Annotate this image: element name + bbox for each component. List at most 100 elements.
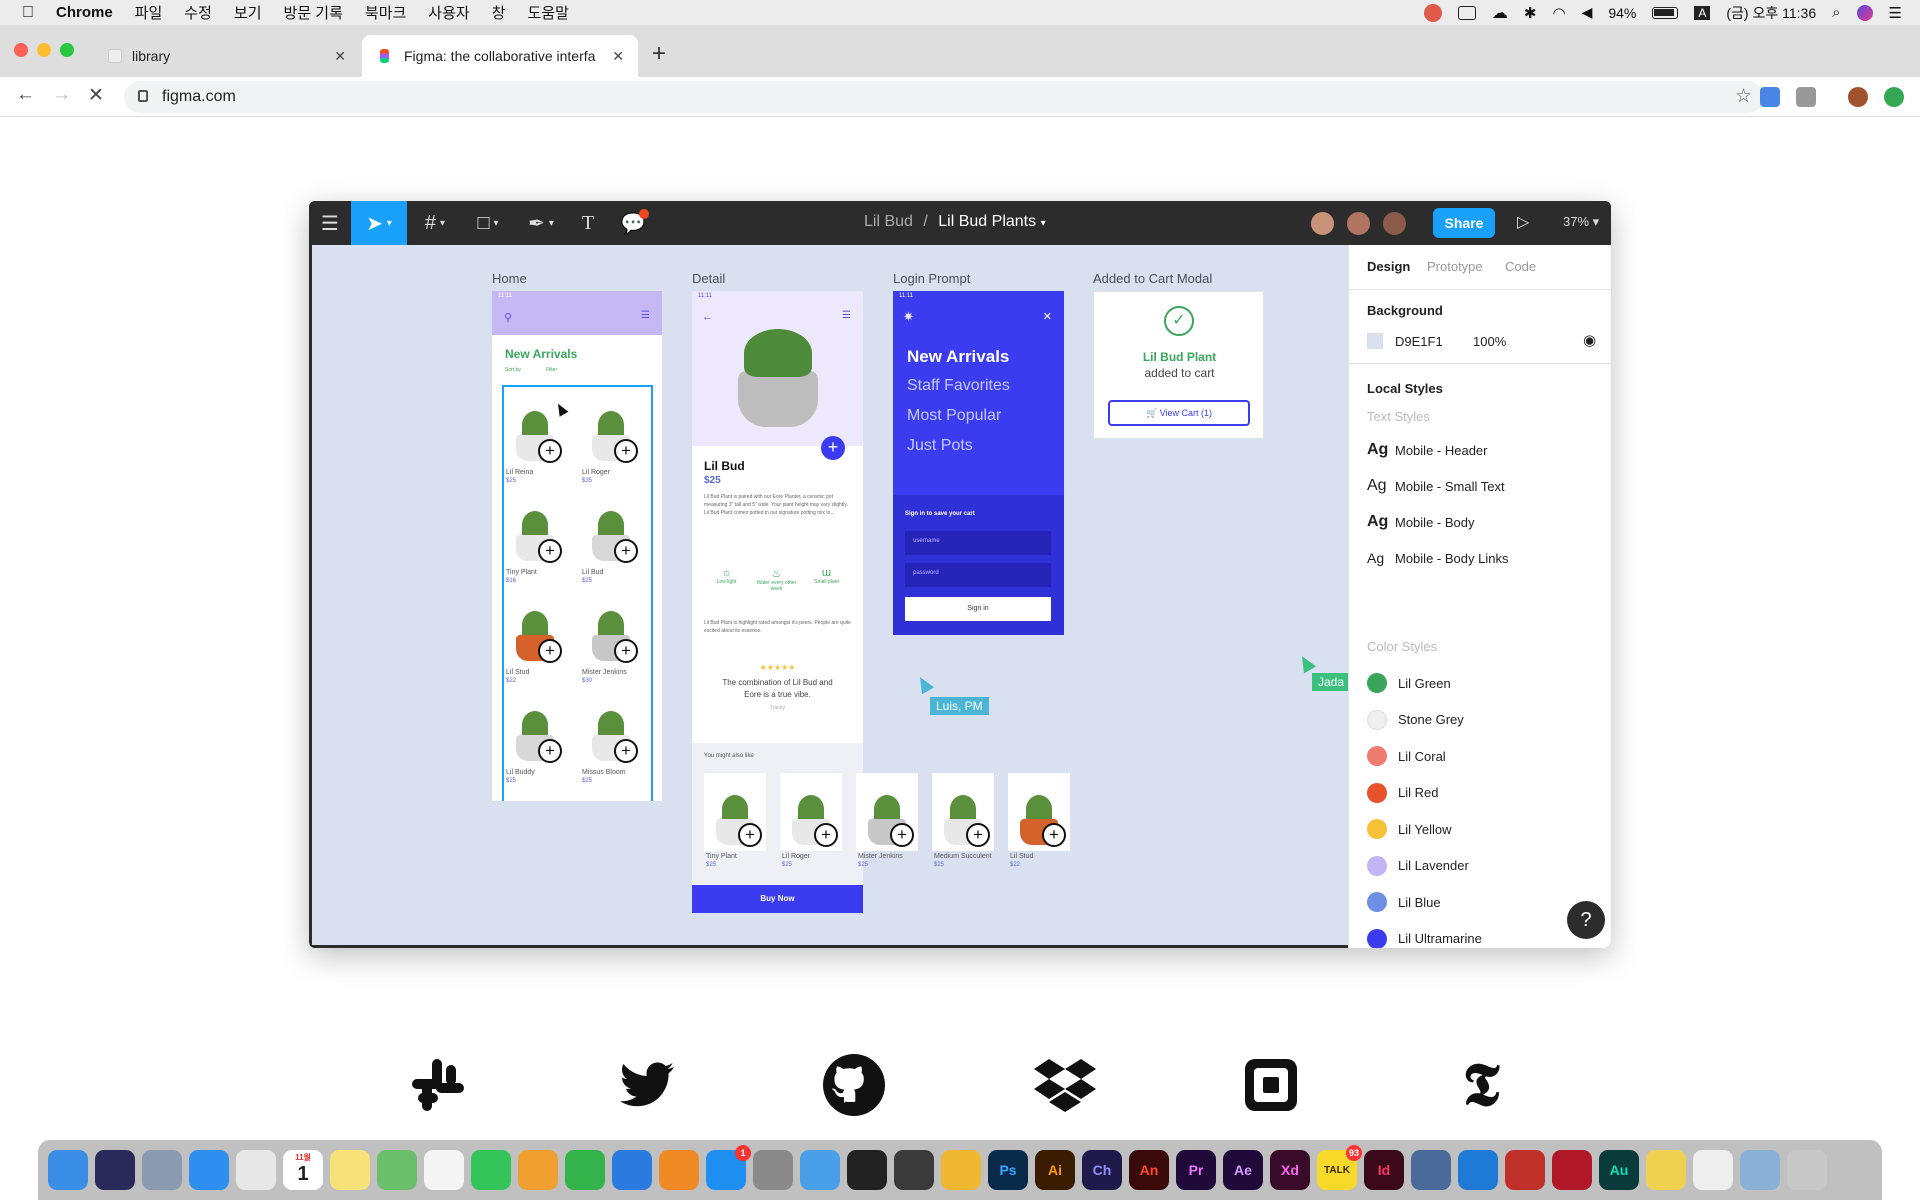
shape-tool-icon[interactable]: □ ▾	[464, 201, 512, 245]
dock-calendar[interactable]: 11월 1	[283, 1150, 323, 1190]
background-swatch[interactable]	[1367, 333, 1383, 349]
translate-extension-icon[interactable]	[1760, 87, 1780, 107]
dock-pr[interactable]: Pr	[1176, 1150, 1216, 1190]
close-icon[interactable]: ✕	[1043, 310, 1052, 323]
dock-safari[interactable]	[189, 1150, 229, 1190]
dock-terminal[interactable]	[847, 1150, 887, 1190]
background-hex[interactable]: D9E1F1	[1395, 334, 1443, 349]
add-circle-icon[interactable]: +	[614, 439, 638, 463]
product-card[interactable]: +	[504, 489, 566, 567]
clock[interactable]: (금) 오후 11:36	[1726, 3, 1816, 23]
status-app-icon[interactable]	[1423, 3, 1442, 22]
dock-ch[interactable]: Ch	[1082, 1150, 1122, 1190]
dock-ae[interactable]: Ae	[1223, 1150, 1263, 1190]
dock-id[interactable]: Id	[1364, 1150, 1404, 1190]
forward-icon[interactable]: →	[52, 84, 71, 106]
help-button[interactable]: ?	[1567, 901, 1605, 939]
buy-now-button[interactable]: Buy Now	[692, 885, 863, 913]
dock-au[interactable]: Au	[1599, 1150, 1639, 1190]
frame-tool-icon[interactable]: # ▾	[411, 201, 459, 245]
menu-staff-favorites[interactable]: Staff Favorites	[907, 377, 1010, 395]
tab-figma[interactable]: Figma: the collaborative interfa ✕	[362, 35, 638, 77]
dock-finder[interactable]	[48, 1150, 88, 1190]
password-field[interactable]: password	[905, 563, 1051, 587]
camera-extension-icon[interactable]	[1796, 87, 1816, 107]
dock-xcode[interactable]	[800, 1150, 840, 1190]
add-circle-icon[interactable]: +	[538, 639, 562, 663]
lock-icon[interactable]	[138, 90, 148, 102]
menu-view[interactable]: 보기	[234, 2, 262, 23]
dock-talk[interactable]: TALK 93	[1317, 1145, 1362, 1190]
team-name[interactable]: Lil Bud	[864, 213, 913, 230]
siri-icon[interactable]	[1856, 4, 1873, 21]
add-to-cart-icon[interactable]: +	[821, 436, 845, 460]
spotlight-icon[interactable]: ⌕	[1832, 4, 1840, 21]
frame-login[interactable]: 11:11 ✷ ✕ New Arrivals Staff Favorites M…	[893, 291, 1064, 635]
back-icon[interactable]: ←	[16, 84, 35, 106]
notification-center-icon[interactable]: ☰	[1889, 4, 1902, 22]
dock-notes[interactable]	[330, 1150, 370, 1190]
dock-ps[interactable]: Ps	[988, 1150, 1028, 1190]
frame-label-login[interactable]: Login Prompt	[893, 271, 970, 286]
add-circle-icon[interactable]: +	[966, 823, 990, 847]
frame-label-modal[interactable]: Added to Cart Modal	[1093, 271, 1212, 286]
dock-siri[interactable]	[95, 1150, 135, 1190]
color-style-item[interactable]: Lil Green	[1367, 673, 1451, 693]
tab-code[interactable]: Code	[1505, 259, 1536, 274]
dock-numbers[interactable]	[565, 1150, 605, 1190]
related-product-card[interactable]: +	[704, 773, 766, 851]
dock-filezilla[interactable]	[1505, 1150, 1545, 1190]
creative-cloud-icon[interactable]: ☁	[1492, 3, 1508, 23]
file-breadcrumb[interactable]: Lil Bud / Lil Bud Plants ▾	[864, 213, 1046, 231]
background-opacity[interactable]: 100%	[1473, 334, 1506, 349]
product-card[interactable]: +	[580, 489, 642, 567]
dock-an[interactable]: An	[1129, 1150, 1169, 1190]
add-circle-icon[interactable]: +	[814, 823, 838, 847]
hamburger-menu-icon[interactable]: ☰	[842, 310, 851, 321]
dock-photos[interactable]	[424, 1150, 464, 1190]
related-product-card[interactable]: +	[932, 773, 994, 851]
profile-avatar[interactable]	[1848, 87, 1868, 107]
add-circle-icon[interactable]: +	[538, 439, 562, 463]
menu-help[interactable]: 도움말	[528, 2, 569, 23]
zoom-level[interactable]: 37% ▾	[1563, 214, 1599, 230]
hamburger-menu-icon[interactable]: ☰	[641, 310, 650, 321]
add-circle-icon[interactable]: +	[538, 539, 562, 563]
dock-sketch[interactable]	[941, 1150, 981, 1190]
collaborator-avatar[interactable]	[1309, 210, 1336, 237]
product-card[interactable]: +	[580, 589, 642, 667]
add-circle-icon[interactable]: +	[614, 539, 638, 563]
add-circle-icon[interactable]: +	[614, 639, 638, 663]
display-icon[interactable]	[1457, 5, 1476, 20]
view-cart-button[interactable]: 🛒 View Cart (1)	[1108, 400, 1250, 426]
dock-sync[interactable]	[894, 1150, 934, 1190]
wifi-icon[interactable]: ◠	[1552, 4, 1565, 22]
design-canvas[interactable]: Home 11:11 ⚲ ☰ New Arrivals Sort by Filt…	[312, 245, 1348, 945]
dock-stickies[interactable]	[1646, 1150, 1686, 1190]
dock-chrome[interactable]	[236, 1150, 276, 1190]
signin-button[interactable]: Sign in	[905, 597, 1051, 621]
text-style-item[interactable]: Ag Mobile - Body Links	[1367, 550, 1508, 566]
color-style-item[interactable]: Lil Coral	[1367, 746, 1446, 766]
text-style-item[interactable]: Ag Mobile - Small Text	[1367, 477, 1505, 495]
product-card[interactable]: +	[580, 689, 642, 767]
menu-new-arrivals[interactable]: New Arrivals	[907, 347, 1009, 367]
dock-books[interactable]	[659, 1150, 699, 1190]
close-window-button[interactable]	[14, 43, 28, 57]
dock-facetime[interactable]	[471, 1150, 511, 1190]
battery-icon[interactable]	[1652, 6, 1679, 19]
comment-tool-icon[interactable]: 💬	[609, 201, 657, 245]
frame-home[interactable]: 11:11 ⚲ ☰ New Arrivals Sort by Filter + L…	[492, 291, 662, 801]
sort-by-control[interactable]: Sort by	[505, 367, 521, 373]
text-tool-icon[interactable]: T	[564, 201, 612, 245]
dock-system-preferences[interactable]	[753, 1150, 793, 1190]
apple-menu-icon[interactable]: 	[22, 4, 34, 22]
bookmark-star-icon[interactable]: ☆	[1735, 85, 1752, 108]
product-card[interactable]: +	[580, 389, 642, 467]
volume-icon[interactable]: ◀	[1582, 4, 1593, 21]
add-circle-icon[interactable]: +	[614, 739, 638, 763]
dock-keynote[interactable]	[612, 1150, 652, 1190]
main-menu-icon[interactable]: ☰	[309, 201, 351, 245]
product-card[interactable]: +	[504, 689, 566, 767]
related-product-card[interactable]: +	[1008, 773, 1070, 851]
